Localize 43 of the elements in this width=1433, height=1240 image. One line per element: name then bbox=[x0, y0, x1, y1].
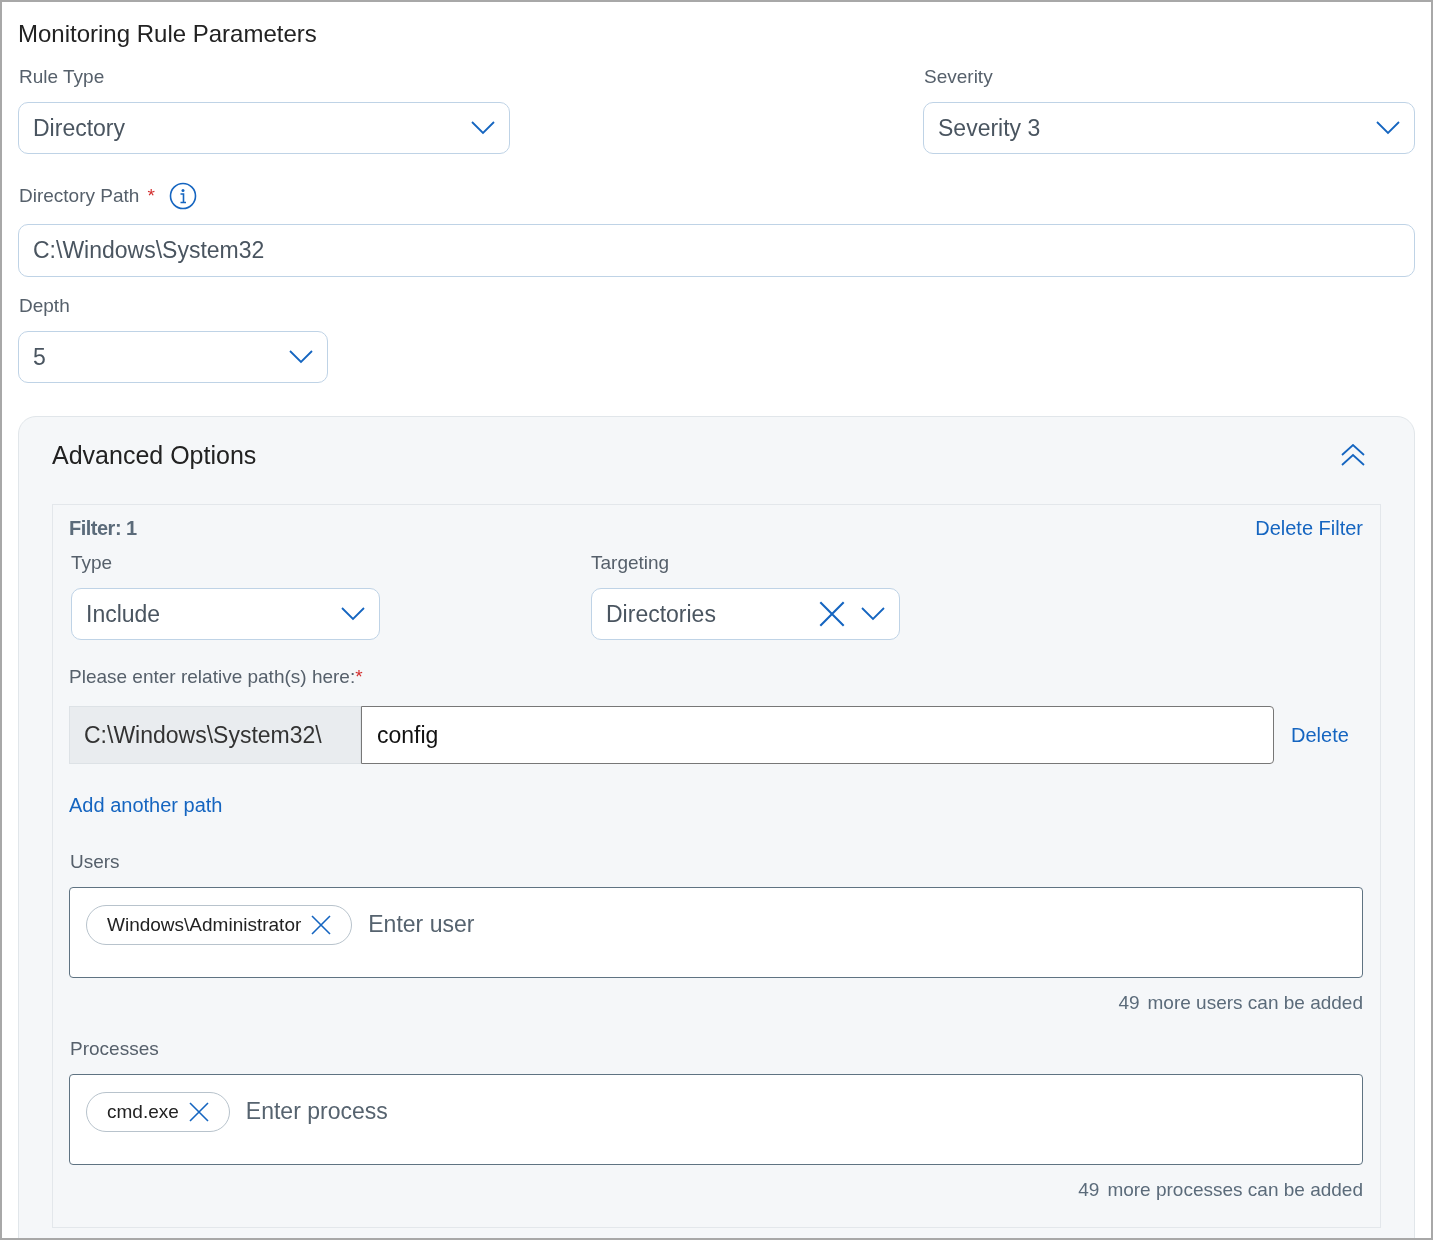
relative-path-field[interactable]: config bbox=[361, 706, 1274, 764]
chevron-down-icon bbox=[471, 121, 495, 135]
info-icon[interactable] bbox=[168, 182, 197, 210]
field-label: Targeting bbox=[591, 552, 671, 574]
chevron-down-icon bbox=[1376, 121, 1400, 135]
field-label: Users bbox=[70, 851, 121, 873]
filter-title: Filter: 1 bbox=[69, 517, 137, 540]
close-icon[interactable] bbox=[819, 601, 845, 627]
dropdown[interactable]: Directories bbox=[591, 588, 900, 640]
chevron-down-icon bbox=[289, 350, 313, 364]
delete-filter-link[interactable]: Delete Filter bbox=[1255, 517, 1363, 540]
close-icon[interactable] bbox=[311, 915, 332, 935]
dropdown[interactable]: Severity 3 bbox=[923, 102, 1415, 154]
remaining-count: 49 bbox=[1118, 992, 1140, 1014]
required-asterisk: * bbox=[147, 185, 155, 207]
section-title: Monitoring Rule Parameters bbox=[18, 20, 318, 48]
add-path-link[interactable]: Add another path bbox=[69, 794, 223, 816]
tag-input-field[interactable]: cmd.exe Enter process bbox=[69, 1074, 1363, 1165]
field-label: Depth bbox=[19, 295, 71, 317]
remaining-count: 49 bbox=[1078, 1179, 1100, 1201]
remaining-text: more users can be added bbox=[1147, 992, 1363, 1014]
tag-entry-field[interactable]: Enter process bbox=[245, 1092, 1346, 1130]
tag-input-field[interactable]: Windows\Administrator Enter user bbox=[69, 887, 1363, 978]
tag-entry-field[interactable]: Enter user bbox=[368, 905, 1346, 943]
field-label: Severity bbox=[924, 66, 994, 88]
field-label: Type bbox=[71, 552, 114, 574]
chevron-down-icon bbox=[341, 607, 365, 621]
delete-path-link[interactable]: Delete bbox=[1291, 723, 1349, 747]
remaining-text: more processes can be added bbox=[1107, 1179, 1363, 1201]
field-label: Please enter relative path(s) here: bbox=[69, 666, 356, 687]
panel-title: Advanced Options bbox=[52, 440, 257, 470]
field-label: Directory Path bbox=[19, 185, 140, 207]
dropdown[interactable]: Directory bbox=[18, 102, 510, 154]
field-label: Rule Type bbox=[19, 66, 106, 88]
dropdown[interactable]: Include bbox=[71, 588, 380, 640]
path-prefix: C:\Windows\System32\ bbox=[69, 706, 361, 764]
directory-path-field[interactable]: C:\Windows\System32 bbox=[18, 224, 1415, 277]
close-icon[interactable] bbox=[188, 1102, 209, 1122]
required-asterisk: * bbox=[355, 666, 363, 687]
field-label: Processes bbox=[70, 1038, 160, 1060]
dropdown[interactable]: 5 bbox=[18, 331, 328, 383]
double-chevron-icon[interactable] bbox=[1341, 444, 1365, 466]
chevron-down-icon bbox=[861, 607, 885, 621]
